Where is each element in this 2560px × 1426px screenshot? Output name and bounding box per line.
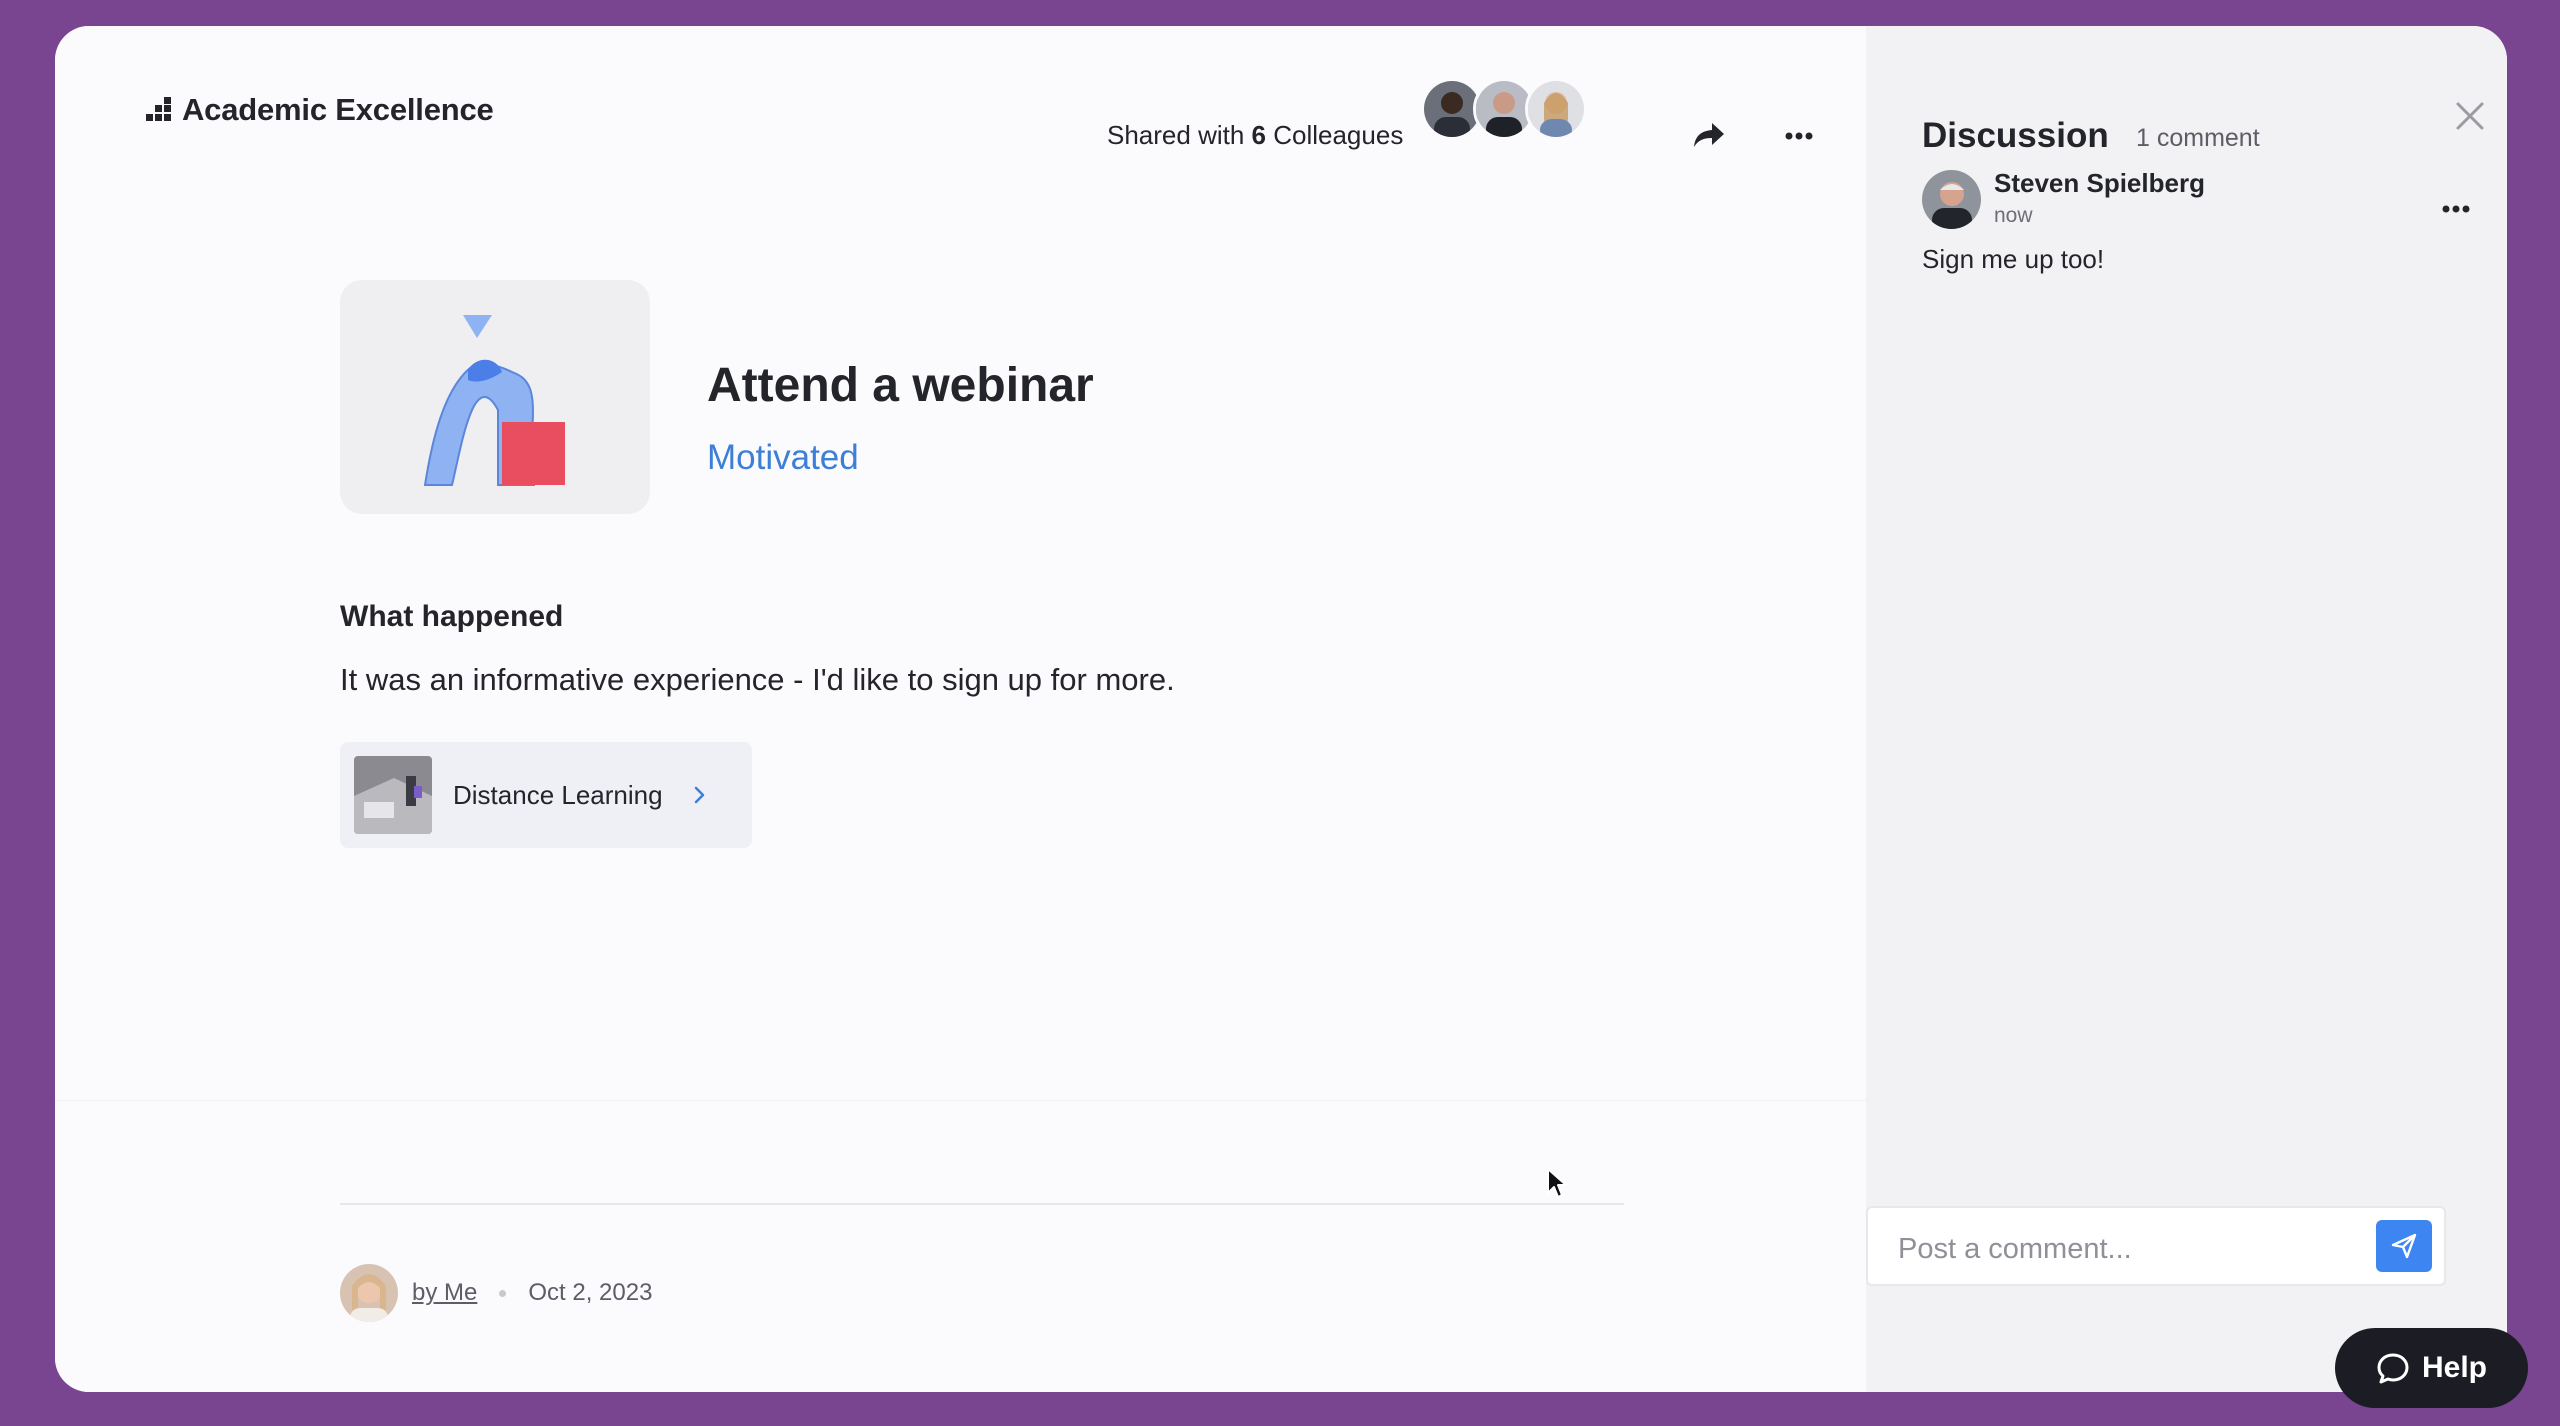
- linked-item-thumbnail: [354, 756, 432, 834]
- help-button[interactable]: Help: [2335, 1328, 2528, 1408]
- close-icon: [2456, 102, 2484, 130]
- linked-item-chip[interactable]: Distance Learning: [340, 742, 752, 848]
- separator-dot: [499, 1289, 507, 1297]
- mouse-cursor-icon: [1547, 1168, 1567, 1198]
- breadcrumb[interactable]: Academic Excellence: [146, 92, 494, 128]
- discussion-title: Discussion: [1922, 116, 2109, 155]
- comment-time: now: [1994, 204, 2033, 227]
- footer-divider: [340, 1203, 1624, 1205]
- section-divider: [55, 1100, 1866, 1101]
- shared-with-text[interactable]: Shared with 6 Colleagues: [1107, 120, 1403, 151]
- more-horizontal-icon: [1785, 132, 1813, 140]
- what-happened-text: It was an informative experience - I'd l…: [340, 662, 1175, 697]
- author-link[interactable]: by Me: [412, 1279, 477, 1307]
- comment-author[interactable]: Steven Spielberg: [1994, 168, 2205, 199]
- chat-bubble-icon: [2377, 1353, 2409, 1384]
- share-arrow-icon: [1694, 123, 1724, 147]
- colleague-avatars[interactable]: [1421, 78, 1587, 140]
- avatar[interactable]: [1525, 78, 1587, 140]
- entry-date: Oct 2, 2023: [528, 1279, 653, 1306]
- comment-input[interactable]: [1896, 1226, 2320, 1272]
- goal-ladder-icon: [146, 97, 172, 123]
- comment-count: 1 comment: [2136, 124, 2260, 152]
- comment-text: Sign me up too!: [1922, 244, 2105, 274]
- send-comment-button[interactable]: [2376, 1220, 2432, 1272]
- entry-author: by Me Oct 2, 2023: [340, 1264, 652, 1322]
- what-happened-heading: What happened: [340, 600, 564, 633]
- share-button[interactable]: [1685, 112, 1733, 160]
- goal-title: Academic Excellence: [182, 92, 494, 127]
- linked-item-label: Distance Learning: [453, 779, 663, 810]
- help-label: Help: [2421, 1351, 2487, 1384]
- avatar[interactable]: [1922, 170, 1981, 229]
- chevron-right-icon: [694, 786, 704, 804]
- avatar[interactable]: [340, 1264, 398, 1322]
- entry-title: Attend a webinar: [707, 359, 1094, 412]
- post-comment-box: [1866, 1206, 2446, 1286]
- more-horizontal-icon: [2442, 205, 2470, 213]
- mood-label: Motivated: [707, 438, 859, 477]
- discussion-panel: Discussion 1 comment Steven Spielberg no…: [1866, 26, 2507, 1392]
- send-icon: [2391, 1233, 2417, 1259]
- entry-card: Academic Excellence Shared with 6 Collea…: [55, 26, 2507, 1392]
- entry-main-panel: Academic Excellence Shared with 6 Collea…: [55, 26, 1866, 1392]
- more-options-button[interactable]: [1775, 112, 1823, 160]
- comment-options-button[interactable]: [2442, 200, 2482, 224]
- close-discussion-button[interactable]: [2448, 94, 2492, 138]
- entry-illustration: [340, 280, 650, 514]
